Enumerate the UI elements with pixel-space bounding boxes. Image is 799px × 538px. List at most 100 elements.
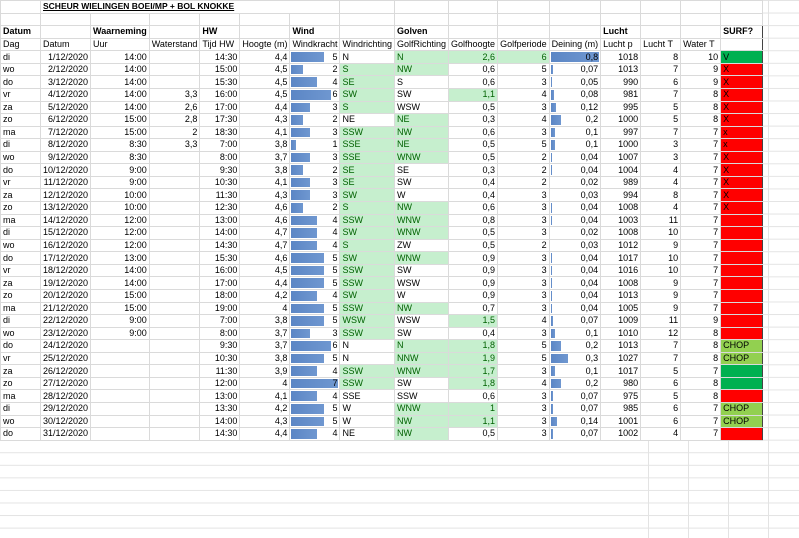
cell-golfhoogte[interactable]: 0,5 xyxy=(448,138,499,152)
cell-surf[interactable]: X xyxy=(720,175,764,190)
cell-surf[interactable]: CHOP xyxy=(720,351,764,366)
cell-deining-m[interactable]: 0,04 xyxy=(548,276,602,290)
cell-golfperiode[interactable]: 3 xyxy=(497,402,550,416)
cell-golfrichting[interactable]: NW xyxy=(393,414,450,429)
cell-datum[interactable]: 11/12/2020 xyxy=(39,175,92,190)
cell-lucht-p[interactable]: 1008 xyxy=(600,201,642,215)
cell-waterstand[interactable] xyxy=(148,326,201,341)
cell-tijd-hw[interactable]: 14:30 xyxy=(199,238,241,253)
cell-hoogte-m[interactable]: 3,8 xyxy=(239,314,291,328)
column-header[interactable]: Tijd HW xyxy=(199,37,241,52)
cell-uur[interactable] xyxy=(90,389,150,403)
cell-deining-m[interactable]: 0,04 xyxy=(548,301,602,316)
cell-windkracht[interactable]: 4 xyxy=(289,226,341,240)
cell-deining-m[interactable]: 0,2 xyxy=(548,376,602,391)
cell-windkracht[interactable]: 4 xyxy=(289,238,341,253)
cell-hoogte-m[interactable]: 4,1 xyxy=(239,125,291,140)
cell-lucht-t[interactable]: 5 xyxy=(640,364,682,378)
cell-deining-m[interactable]: 0,03 xyxy=(548,238,602,253)
cell-golfhoogte[interactable]: 0,4 xyxy=(448,188,499,202)
cell-lucht-t[interactable]: 6 xyxy=(640,414,682,429)
cell-tijd-hw[interactable]: 14:30 xyxy=(199,50,241,64)
cell-hoogte-m[interactable]: 4,2 xyxy=(239,402,291,416)
cell-golfrichting[interactable]: WSW xyxy=(393,276,450,290)
cell-golfhoogte[interactable]: 1,1 xyxy=(448,414,499,429)
cell-tijd-hw[interactable]: 17:00 xyxy=(199,276,241,290)
cell-golfrichting[interactable]: NE xyxy=(393,113,450,127)
cell-uur[interactable]: 12:00 xyxy=(90,213,150,228)
cell-uur[interactable]: 8:30 xyxy=(90,150,150,165)
cell-lucht-p[interactable]: 985 xyxy=(600,402,642,416)
cell-golfperiode[interactable]: 3 xyxy=(497,301,550,316)
cell-uur[interactable]: 15:00 xyxy=(90,288,150,303)
cell-uur[interactable]: 12:00 xyxy=(90,226,150,240)
cell-windrichting[interactable]: SE xyxy=(339,175,395,190)
cell-water-t[interactable]: 7 xyxy=(680,402,722,416)
cell-datum[interactable]: 13/12/2020 xyxy=(39,201,92,215)
cell-uur[interactable]: 14:00 xyxy=(90,50,150,64)
cell-golfperiode[interactable]: 4 xyxy=(497,376,550,391)
cell-lucht-t[interactable]: 3 xyxy=(640,150,682,165)
cell-windkracht[interactable]: 4 xyxy=(289,364,341,378)
cell-tijd-hw[interactable]: 14:30 xyxy=(199,427,241,441)
cell-lucht-t[interactable]: 4 xyxy=(640,163,682,177)
cell-tijd-hw[interactable]: 14:00 xyxy=(199,414,241,429)
cell-datum[interactable]: 19/12/2020 xyxy=(39,276,92,290)
cell-windkracht[interactable]: 2 xyxy=(289,62,341,77)
cell-hoogte-m[interactable]: 4,3 xyxy=(239,113,291,127)
cell-tijd-hw[interactable]: 18:30 xyxy=(199,125,241,140)
cell-lucht-p[interactable]: 1010 xyxy=(600,326,642,341)
cell-windrichting[interactable]: SE xyxy=(339,75,395,89)
cell-deining-m[interactable]: 0,08 xyxy=(548,87,602,102)
cell-windrichting[interactable]: SW xyxy=(339,188,395,202)
cell-lucht-t[interactable]: 6 xyxy=(640,402,682,416)
cell-dag[interactable]: wo xyxy=(0,414,41,429)
cell-tijd-hw[interactable]: 9:30 xyxy=(199,339,241,353)
cell-lucht-p[interactable]: 997 xyxy=(600,125,642,140)
cell-windrichting[interactable]: SSE xyxy=(339,150,395,165)
cell-lucht-t[interactable]: 10 xyxy=(640,226,682,240)
cell-golfrichting[interactable]: W xyxy=(393,188,450,202)
cell-water-t[interactable]: 7 xyxy=(680,201,722,215)
cell-windkracht[interactable]: 5 xyxy=(289,263,341,278)
cell-golfperiode[interactable]: 3 xyxy=(497,288,550,303)
cell-tijd-hw[interactable]: 13:00 xyxy=(199,213,241,228)
cell-hoogte-m[interactable]: 4,5 xyxy=(239,62,291,77)
cell-windkracht[interactable]: 5 xyxy=(289,301,341,316)
cell-dag[interactable]: di xyxy=(0,226,41,240)
cell-lucht-t[interactable]: 9 xyxy=(640,288,682,303)
cell-dag[interactable]: wo xyxy=(0,238,41,253)
cell-lucht-t[interactable]: 7 xyxy=(640,339,682,353)
cell-golfperiode[interactable]: 3 xyxy=(497,213,550,228)
cell-waterstand[interactable] xyxy=(148,150,201,165)
cell-golfrichting[interactable]: NE xyxy=(393,138,450,152)
cell-golfhoogte[interactable]: 0,6 xyxy=(448,62,499,77)
cell-uur[interactable]: 9:00 xyxy=(90,163,150,177)
cell-windrichting[interactable]: SSW xyxy=(339,276,395,290)
cell-lucht-p[interactable]: 1013 xyxy=(600,288,642,303)
cell-water-t[interactable]: 8 xyxy=(680,113,722,127)
cell-datum[interactable]: 28/12/2020 xyxy=(39,389,92,403)
cell-dag[interactable]: zo xyxy=(0,201,41,215)
cell-windkracht[interactable]: 4 xyxy=(289,213,341,228)
cell-uur[interactable]: 14:00 xyxy=(90,87,150,102)
cell-golfhoogte[interactable]: 0,5 xyxy=(448,150,499,165)
cell-deining-m[interactable]: 0,02 xyxy=(548,226,602,240)
cell-golfperiode[interactable]: 2 xyxy=(497,150,550,165)
cell-golfperiode[interactable]: 3 xyxy=(497,414,550,429)
cell-golfhoogte[interactable]: 0,5 xyxy=(448,100,499,115)
cell-windrichting[interactable]: W xyxy=(339,402,395,416)
column-header[interactable]: Water T xyxy=(680,37,722,52)
cell-lucht-t[interactable]: 4 xyxy=(640,201,682,215)
cell-dag[interactable]: ma xyxy=(0,125,41,140)
cell-lucht-t[interactable]: 6 xyxy=(640,376,682,391)
cell-uur[interactable]: 9:00 xyxy=(90,314,150,328)
cell-golfrichting[interactable]: NW xyxy=(393,125,450,140)
cell-golfperiode[interactable]: 3 xyxy=(497,251,550,265)
cell-hoogte-m[interactable]: 4,7 xyxy=(239,238,291,253)
cell-hoogte-m[interactable]: 4,5 xyxy=(239,263,291,278)
cell-windkracht[interactable]: 4 xyxy=(289,389,341,403)
cell-deining-m[interactable]: 0,2 xyxy=(548,113,602,127)
cell-golfperiode[interactable]: 4 xyxy=(497,87,550,102)
cell-water-t[interactable]: 7 xyxy=(680,276,722,290)
